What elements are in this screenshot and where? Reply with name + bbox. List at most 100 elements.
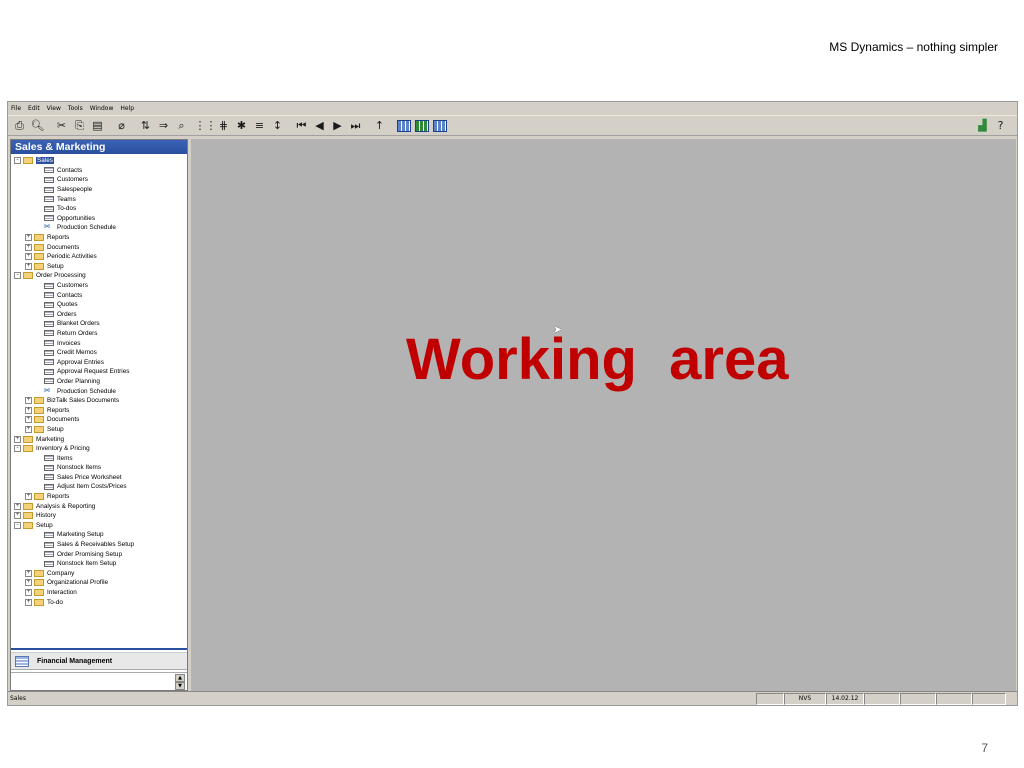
tree-node[interactable]: Marketing Setup [11, 530, 187, 540]
tree-node[interactable]: + Periodic Activities [11, 252, 187, 262]
expand-icon[interactable]: + [25, 253, 32, 261]
tree-node[interactable]: ⋈ Production Schedule [11, 386, 187, 396]
tree-node[interactable]: + Setup [11, 262, 187, 272]
tree-node[interactable]: + Analysis & Reporting [11, 501, 187, 511]
tree-node[interactable]: Teams [11, 194, 187, 204]
tree-node[interactable]: + Organizational Profile [11, 578, 187, 588]
grid-icon[interactable] [396, 118, 411, 133]
menu-tools[interactable]: Tools [68, 105, 83, 112]
tree-node[interactable]: Order Promising Setup [11, 549, 187, 559]
expand-icon[interactable]: + [14, 502, 21, 510]
collapse-icon[interactable]: - [14, 157, 21, 165]
tree-node[interactable]: + Reports [11, 492, 187, 502]
expand-icon[interactable]: + [25, 569, 32, 577]
expand-icon[interactable]: + [25, 406, 32, 414]
expand-icon[interactable]: + [25, 598, 32, 606]
tree-node[interactable]: Orders [11, 310, 187, 320]
first-record-icon[interactable]: ⏮ [294, 118, 309, 133]
chart-icon[interactable]: ▟ [975, 118, 990, 133]
tree-node[interactable]: Blanket Orders [11, 319, 187, 329]
tree-node[interactable]: Nonstock Item Setup [11, 559, 187, 569]
table-filter-icon[interactable]: ⇒ [156, 118, 171, 133]
show-all-icon[interactable]: ✱ [234, 118, 249, 133]
help-icon[interactable]: ? [993, 118, 1008, 133]
financial-management-button[interactable]: Financial Management [11, 652, 187, 670]
menu-file[interactable]: File [11, 105, 21, 112]
tree-node[interactable]: + Documents [11, 415, 187, 425]
tree-node[interactable]: ⋈ Production Schedule [11, 223, 187, 233]
tree-node[interactable]: Opportunities [11, 214, 187, 224]
tree-node[interactable]: + To-do [11, 597, 187, 607]
menu-view[interactable]: View [47, 105, 61, 112]
expand-icon[interactable]: + [14, 435, 21, 443]
attachment-icon[interactable]: ⌀ [114, 118, 129, 133]
tree-node[interactable]: Sales & Receivables Setup [11, 540, 187, 550]
scroll-up-icon[interactable]: ▲ [175, 674, 185, 682]
tree-node[interactable]: + Marketing [11, 434, 187, 444]
cut-icon[interactable]: ✂ [54, 118, 69, 133]
tree-node[interactable]: Credit Memos [11, 348, 187, 358]
tree-node[interactable]: Contacts [11, 166, 187, 176]
tree-node[interactable]: + Reports [11, 405, 187, 415]
menu-selector[interactable]: ▲ ▼ [11, 672, 187, 690]
print-preview-icon[interactable]: 🔍︎ [30, 118, 45, 133]
find-icon[interactable]: ⌕ [174, 118, 189, 133]
tree-node[interactable]: - Sales [11, 156, 187, 166]
collapse-icon[interactable]: - [14, 272, 21, 280]
expand-icon[interactable]: + [14, 512, 21, 520]
next-record-icon[interactable]: ▶ [330, 118, 345, 133]
menu-help[interactable]: Help [120, 105, 134, 112]
tree-node[interactable]: Salespeople [11, 185, 187, 195]
tree-node[interactable]: + Interaction [11, 588, 187, 598]
expand-icon[interactable]: + [25, 416, 32, 424]
scroll-down-icon[interactable]: ▼ [175, 682, 185, 690]
paste-icon[interactable]: ▤ [90, 118, 105, 133]
sort-az-icon[interactable]: ↕ [270, 118, 285, 133]
tree-node[interactable]: Customers [11, 175, 187, 185]
tree-node[interactable]: + Company [11, 569, 187, 579]
flow-filter-icon[interactable]: ⋕ [216, 118, 231, 133]
menu-window[interactable]: Window [90, 105, 114, 112]
tree-node[interactable]: Approval Request Entries [11, 367, 187, 377]
expand-icon[interactable]: + [25, 243, 32, 251]
expand-icon[interactable]: + [25, 589, 32, 597]
tree-node[interactable]: Return Orders [11, 329, 187, 339]
tree-node[interactable]: To-dos [11, 204, 187, 214]
tree-node[interactable]: + Reports [11, 233, 187, 243]
tree-node[interactable]: Invoices [11, 338, 187, 348]
print-icon[interactable]: ⎙ [12, 118, 27, 133]
up-arrow-icon[interactable]: ↑ [372, 118, 387, 133]
tree-node[interactable]: Contacts [11, 290, 187, 300]
tree-node[interactable]: Nonstock Items [11, 463, 187, 473]
tree-node[interactable]: + Setup [11, 425, 187, 435]
previous-record-icon[interactable]: ◀ [312, 118, 327, 133]
collapse-icon[interactable]: - [14, 521, 21, 529]
tree-node[interactable]: - Setup [11, 521, 187, 531]
expand-icon[interactable]: + [25, 425, 32, 433]
tree-node[interactable]: Adjust Item Costs/Prices [11, 482, 187, 492]
tree-node[interactable]: Quotes [11, 300, 187, 310]
tree-node[interactable]: + BizTalk Sales Documents [11, 396, 187, 406]
sort-icon[interactable]: ⇅ [138, 118, 153, 133]
expand-icon[interactable]: + [25, 493, 32, 501]
menu-edit[interactable]: Edit [28, 105, 40, 112]
copy-icon[interactable]: ⎘ [72, 118, 87, 133]
collapse-icon[interactable]: - [14, 445, 21, 453]
tree-node[interactable]: Order Planning [11, 377, 187, 387]
last-record-icon[interactable]: ⏭ [348, 118, 363, 133]
field-filter-icon[interactable]: ⋮⋮ [195, 118, 217, 133]
tree-node[interactable]: Approval Entries [11, 357, 187, 367]
tree-node[interactable]: Sales Price Worksheet [11, 473, 187, 483]
list-icon[interactable]: ≡ [252, 118, 267, 133]
expand-icon[interactable]: + [25, 579, 32, 587]
grid-check-icon[interactable] [432, 118, 447, 133]
tree-node[interactable]: + Documents [11, 242, 187, 252]
grid-green-icon[interactable] [414, 118, 429, 133]
expand-icon[interactable]: + [25, 262, 32, 270]
tree-node[interactable]: - Order Processing [11, 271, 187, 281]
tree-node[interactable]: Customers [11, 281, 187, 291]
expand-icon[interactable]: + [25, 234, 32, 242]
tree-node[interactable]: + History [11, 511, 187, 521]
tree-node[interactable]: Items [11, 453, 187, 463]
tree-node[interactable]: - Inventory & Pricing [11, 444, 187, 454]
